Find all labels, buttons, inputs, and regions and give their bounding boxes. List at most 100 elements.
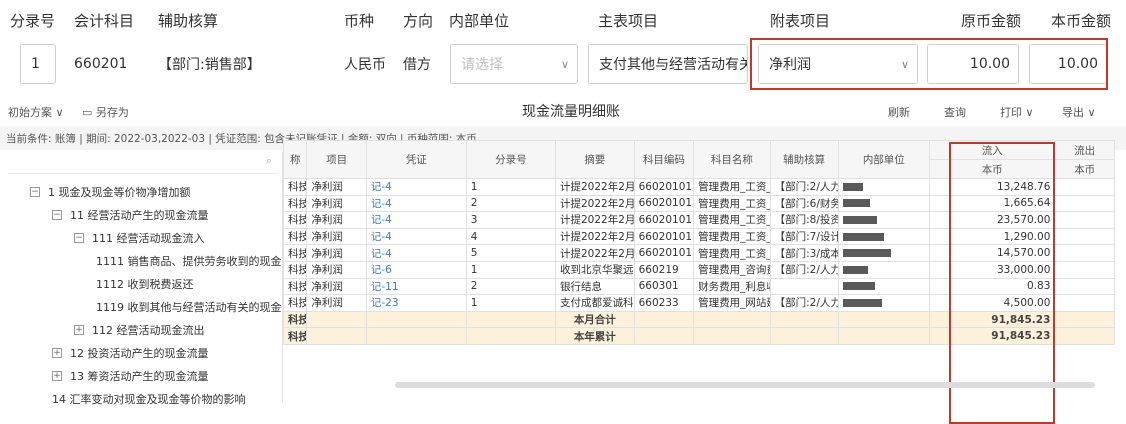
col-aux-header: 辅助核算 (158, 12, 219, 30)
internal-unit-select[interactable]: 请选择 ∨ (450, 44, 578, 84)
table-cell: 净利润 (306, 244, 367, 262)
total-cell (1054, 327, 1115, 345)
tree-node[interactable]: 1119 收到其他与经营活动有关的现金 (96, 299, 282, 315)
tree-node[interactable]: +13 筹资活动产生的现金流量 (52, 368, 209, 384)
main-item-select[interactable]: 支付其他与经营活动有关... ∨ (588, 44, 748, 84)
total-cell (365, 327, 467, 345)
table-cell: 3 (465, 211, 557, 229)
collapse-icon[interactable]: − (74, 233, 84, 243)
refresh-button[interactable]: 刷新 (888, 104, 910, 120)
total-cell (633, 327, 695, 345)
tree-node[interactable]: +12 投资活动产生的现金流量 (52, 345, 209, 361)
table-cell: 【部门:8/投资拓展 (769, 211, 839, 229)
tree-node[interactable]: −111 经营活动现金流入 (74, 230, 205, 246)
table-cell (1054, 194, 1115, 213)
table-cell: 66020101 (633, 211, 695, 229)
cashflow-tree: ⌕ −1 现金及现金等价物净增加额 −11 经营活动产生的现金流量 −111 经营活… (0, 152, 283, 406)
col-seq-header: 分录号 (10, 12, 56, 30)
expand-icon[interactable]: + (52, 348, 62, 358)
tree-node[interactable]: 1112 收到税费返还 (96, 276, 194, 292)
table-cell: 2 (465, 277, 557, 296)
table-cell (1054, 211, 1115, 229)
seq-field[interactable]: 1 (20, 44, 56, 84)
redacted-mask (842, 199, 870, 208)
table-cell: 支付成都爱诚科技 (555, 294, 635, 312)
table-cell (837, 277, 931, 296)
tree-node[interactable]: −11 经营活动产生的现金流量 (52, 207, 209, 223)
save-as-button[interactable]: ▭ 另存为 (82, 104, 129, 120)
table-cell: 净利润 (306, 178, 367, 196)
table-cell: 计提2022年2月员 (555, 194, 635, 213)
table-cell: 1 (465, 294, 557, 312)
total-cell (306, 327, 367, 345)
table-cell: 科技 (282, 178, 308, 196)
horizontal-scrollbar[interactable] (395, 382, 1095, 388)
expand-icon[interactable]: + (74, 325, 84, 335)
table-cell: 66020101 (633, 194, 695, 213)
table-cell: 计提2022年2月员 (555, 244, 635, 262)
table-cell: 【部门:2/人力行 (769, 260, 839, 279)
redacted-mask (842, 265, 868, 274)
table-cell: 管理费用_工资_职 (693, 178, 771, 196)
col-local-amount-header: 本币金额 (1051, 12, 1112, 30)
table-cell: 66020101 (633, 227, 695, 246)
tree-node[interactable]: +112 经营活动现金流出 (74, 322, 205, 338)
total-cell (769, 327, 839, 345)
total-cell (633, 310, 695, 329)
print-button[interactable]: 打印 ∨ (1000, 104, 1034, 120)
table-cell (1054, 244, 1115, 262)
total-cell (465, 310, 557, 329)
tree-node[interactable]: −1 现金及现金等价物净增加额 (30, 184, 191, 200)
tree-search[interactable]: ⌕ (8, 152, 278, 174)
table-cell: 管理费用_咨询费 (693, 260, 771, 279)
direction-field[interactable]: 借方 (393, 44, 443, 84)
col-main-item-header: 主表项目 (598, 12, 659, 30)
table-cell (837, 194, 931, 213)
table-cell (1054, 260, 1115, 279)
export-button[interactable]: 导出 ∨ (1062, 104, 1096, 120)
collapse-icon[interactable]: − (30, 187, 40, 197)
total-cell (769, 310, 839, 329)
table-cell (837, 211, 931, 229)
tree-node[interactable]: 1111 销售商品、提供劳务收到的现金 (96, 253, 282, 269)
query-button[interactable]: 查询 (944, 104, 966, 120)
table-cell: 净利润 (306, 194, 367, 213)
total-cell: 本月合计 (555, 310, 635, 329)
collapse-icon[interactable]: − (52, 210, 62, 220)
col-direction-header: 方向 (403, 12, 434, 30)
table-cell (837, 260, 931, 279)
search-icon: ⌕ (265, 154, 272, 167)
table-cell: 记-4 (365, 194, 467, 213)
table-cell: 科技 (282, 227, 308, 246)
table-cell (837, 178, 931, 196)
account-field[interactable]: 660201 (64, 44, 144, 84)
table-cell: 记-4 (365, 178, 467, 196)
table-cell (837, 244, 931, 262)
total-cell (306, 310, 367, 329)
tree-node[interactable]: 14 汇率变动对现金及现金等价物的影响 (52, 391, 246, 407)
table-cell: 4 (465, 227, 557, 246)
table-cell: 记-6 (365, 260, 467, 279)
scheme-dropdown[interactable]: 初始方案 ∨ (8, 104, 64, 120)
chevron-down-icon: ∨ (560, 57, 569, 71)
table-cell: 记-4 (365, 244, 467, 262)
th-summary: 摘要 (555, 140, 635, 179)
expand-icon[interactable]: + (52, 371, 62, 381)
th-name: 科目名称 (693, 140, 771, 179)
total-cell (837, 327, 931, 345)
col-orig-amount-header: 原币金额 (961, 12, 1022, 30)
total-cell (693, 310, 771, 329)
aux-field[interactable]: 【部门:销售部】 (148, 44, 328, 84)
currency-field[interactable]: 人民币 (334, 44, 394, 84)
table-cell: 净利润 (306, 277, 367, 296)
table-cell: 管理费用_网站建设 (693, 294, 771, 312)
table-cell: 记-4 (365, 211, 467, 229)
table-cell: 66020101 (633, 178, 695, 196)
tree-node-label: 1119 收到其他与经营活动有关的现金 (96, 301, 282, 314)
table-cell (1054, 178, 1115, 196)
detail-grid: 称 项目 凭证 分录号 摘要 科目编码 科目名称 辅助核算 内部单位 流入 流出… (282, 140, 1126, 424)
table-cell (1054, 227, 1115, 246)
table-cell: 计提2022年2月员 (555, 227, 635, 246)
col-internal-unit-header: 内部单位 (449, 12, 510, 30)
table-cell: 科技 (282, 244, 308, 262)
